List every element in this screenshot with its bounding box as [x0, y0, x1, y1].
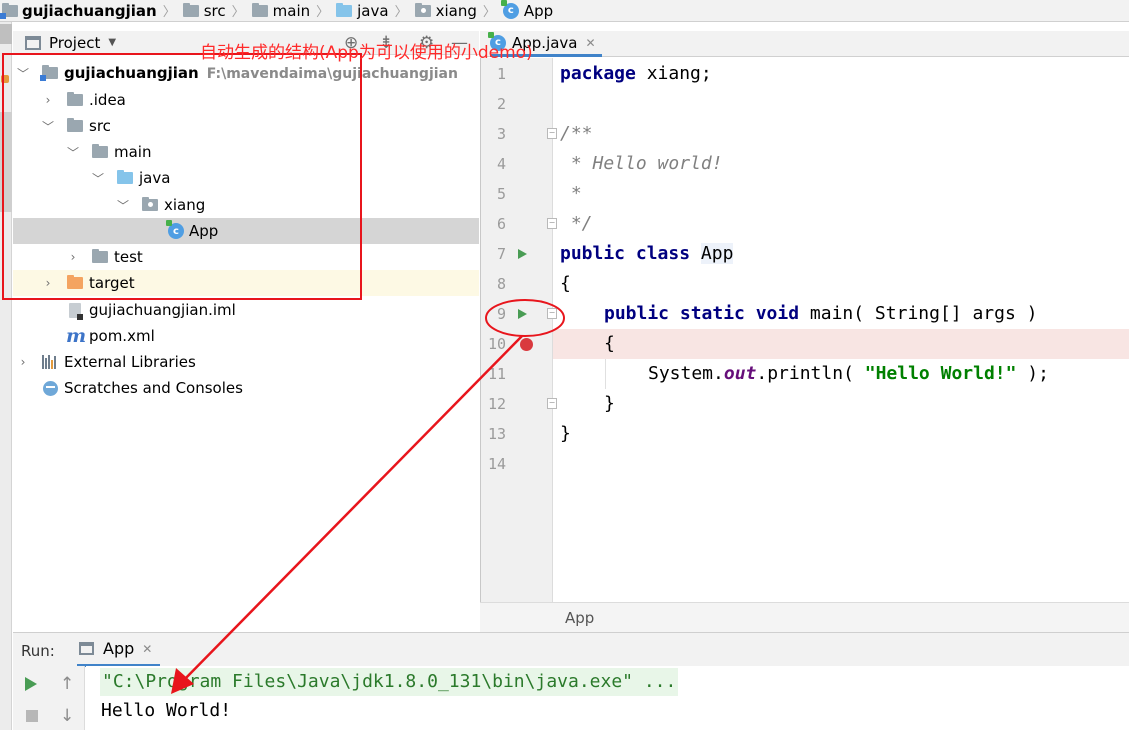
line-number: 13 — [487, 425, 506, 443]
line-number: 11 — [487, 365, 506, 383]
folder-icon — [182, 2, 199, 17]
source-folder-icon — [336, 2, 353, 17]
breadcrumb-item-main[interactable]: main — [251, 0, 310, 22]
line-number: 7 — [496, 245, 506, 263]
fold-icon[interactable]: − — [547, 128, 557, 139]
tree-item-scratches[interactable]: Scratches and Consoles — [13, 375, 479, 401]
annotation-text: 自动生成的结构(App为可以使用的小demo) — [200, 43, 533, 63]
line-number: 3 — [496, 125, 506, 143]
annotation-box — [2, 53, 362, 300]
chevron-right-icon[interactable]: › — [16, 355, 30, 369]
line-number: 5 — [496, 185, 506, 203]
code-line-7: public class App — [560, 243, 734, 264]
run-main-icon[interactable] — [518, 309, 527, 319]
project-window-icon — [25, 35, 41, 50]
code-line-5: * — [560, 183, 582, 204]
editor-breadcrumb-item[interactable]: App — [565, 609, 594, 627]
module-folder-icon — [0, 2, 18, 19]
stop-icon[interactable] — [26, 710, 38, 722]
run-toolbar: ↑ ↓ — [13, 666, 85, 730]
console-output-line: Hello World! — [101, 700, 232, 721]
code-line-3: /** — [560, 123, 593, 144]
line-number: 14 — [487, 455, 506, 473]
tree-item-external-libraries[interactable]: › External Libraries — [13, 349, 479, 375]
fold-icon[interactable]: − — [547, 218, 557, 229]
tree-item-label: pom.xml — [89, 327, 155, 345]
tree-item-label: gujiachuangjian.iml — [89, 301, 236, 319]
folder-icon — [251, 2, 268, 17]
chevron-right-icon: 〉 — [394, 5, 408, 20]
line-number: 1 — [496, 65, 506, 83]
package-icon — [414, 2, 431, 17]
line-number: 6 — [496, 215, 506, 233]
run-panel-label: Run: — [21, 642, 55, 660]
iml-file-icon — [69, 302, 83, 320]
indent-guide — [605, 359, 606, 389]
libraries-icon — [42, 355, 58, 369]
line-number: 8 — [496, 275, 506, 293]
line-number: 10 — [487, 335, 506, 353]
breadcrumb-item-app[interactable]: c App — [500, 0, 553, 22]
rerun-icon[interactable] — [25, 677, 37, 691]
code-line-9: public static void main( String[] args ) — [604, 303, 1038, 324]
line-number: 9 — [496, 305, 506, 323]
chevron-right-icon: 〉 — [482, 5, 496, 20]
console-command-line: "C:\Program Files\Java\jdk1.8.0_131\bin\… — [100, 668, 679, 696]
arrow-down-icon[interactable]: ↓ — [60, 706, 74, 726]
fold-icon[interactable]: − — [547, 398, 557, 409]
fold-icon[interactable]: − — [547, 308, 557, 319]
tab-label: App — [103, 639, 135, 658]
code-line-8: { — [560, 273, 571, 294]
code-line-4: * Hello world! — [560, 153, 723, 174]
run-config-icon — [79, 642, 94, 655]
code-line-11: System.out.println( "Hello World!" ); — [648, 363, 1049, 384]
code-line-10: { — [604, 333, 615, 354]
run-class-icon[interactable] — [518, 249, 527, 259]
close-icon[interactable]: ✕ — [142, 642, 152, 656]
code-line-12: } — [604, 393, 615, 414]
breakpoint-icon[interactable] — [520, 338, 533, 351]
line-number: 4 — [496, 155, 506, 173]
line-number: 2 — [496, 95, 506, 113]
breadcrumb-item-xiang[interactable]: xiang — [414, 0, 477, 22]
project-tool-tab[interactable] — [0, 24, 12, 44]
tree-item-label: External Libraries — [64, 353, 196, 371]
run-tab-app[interactable]: App ✕ — [77, 633, 161, 667]
breadcrumb: gujiachuangjian 〉 src 〉 main 〉 java 〉 xi… — [0, 0, 1129, 22]
breadcrumb-item-project[interactable]: gujiachuangjian — [0, 0, 157, 22]
code-line-1: package xiang; — [560, 63, 712, 84]
breakpoint-line-highlight — [553, 329, 1129, 359]
project-panel-title[interactable]: Project — [49, 34, 100, 52]
close-icon[interactable]: ✕ — [586, 36, 596, 50]
maven-icon: m — [66, 325, 87, 347]
tree-item-iml[interactable]: gujiachuangjian.iml — [13, 297, 479, 323]
breadcrumb-item-src[interactable]: src — [182, 0, 226, 22]
chevron-right-icon: 〉 — [316, 5, 330, 20]
scratches-icon — [43, 380, 58, 396]
code-line-13: } — [560, 423, 571, 444]
arrow-up-icon[interactable]: ↑ — [60, 674, 74, 694]
java-class-icon: c — [500, 0, 519, 19]
code-line-6: */ — [560, 213, 593, 234]
breadcrumb-item-java[interactable]: java — [336, 0, 389, 22]
editor-breadcrumb: App — [480, 602, 1129, 632]
chevron-right-icon: 〉 — [231, 5, 245, 20]
run-panel-header: Run: App ✕ — [13, 632, 1129, 667]
tree-item-pom[interactable]: m pom.xml — [13, 323, 479, 349]
editor-tab-bar: c App.java ✕ — [480, 31, 1129, 57]
line-number: 12 — [487, 395, 506, 413]
chevron-right-icon: 〉 — [162, 5, 176, 20]
tree-item-label: Scratches and Consoles — [64, 379, 243, 397]
chevron-down-icon[interactable]: ▼ — [108, 37, 116, 48]
